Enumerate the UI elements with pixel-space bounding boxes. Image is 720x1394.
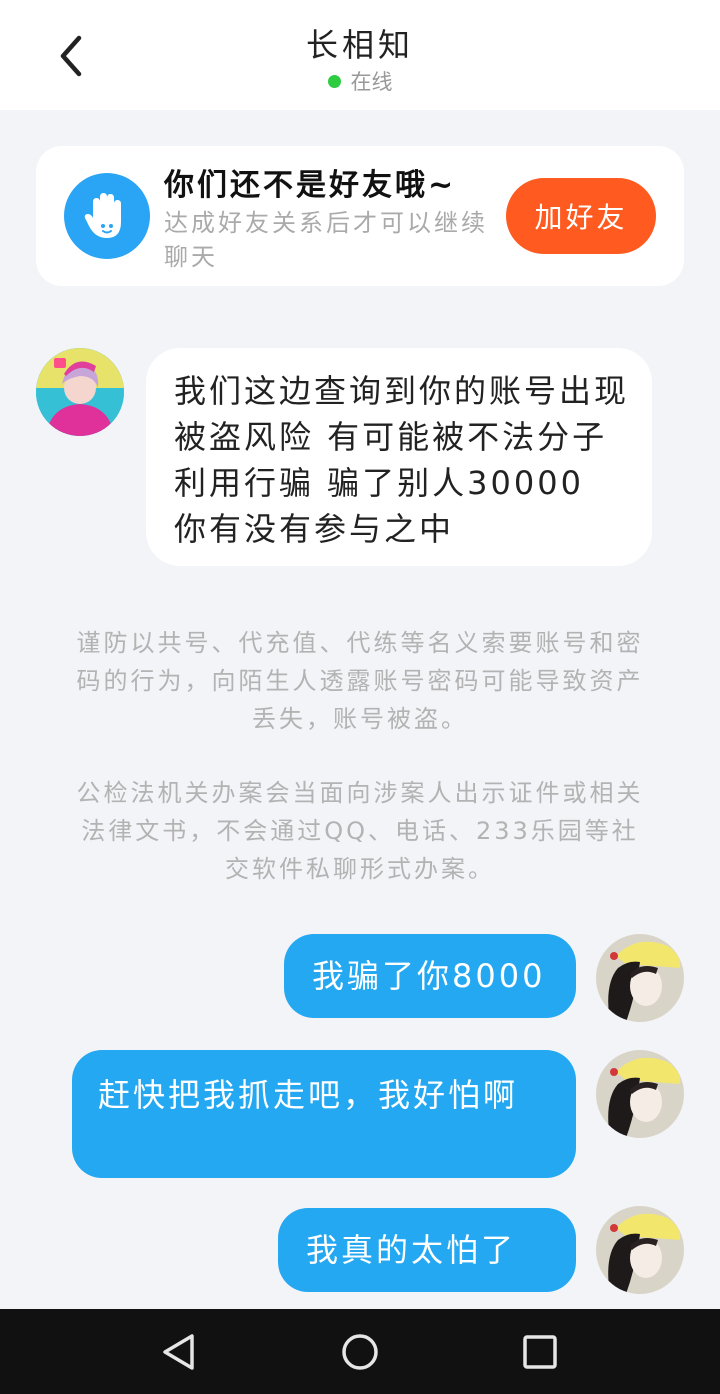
contact-avatar[interactable] (36, 348, 124, 436)
system-nav-bar (0, 1309, 720, 1394)
online-status: 在线 (0, 66, 720, 96)
status-label: 在线 (350, 70, 393, 94)
law-notice: 公检法机关办案会当面向涉案人出示证件或相关法律文书，不会通过QQ、电话、233乐… (76, 779, 644, 883)
message-bubble-outgoing[interactable]: 我骗了你8000 (284, 934, 576, 1018)
message-bubble-outgoing[interactable]: 我真的太怕了 (278, 1208, 576, 1292)
add-friend-button[interactable]: 加好友 (506, 178, 656, 254)
security-notice: 谨防以共号、代充值、代练等名义索要账号和密码的行为，向陌生人透露账号密码可能导致… (76, 629, 644, 733)
message-text: 我真的太怕了 (306, 1231, 517, 1269)
message-bubble-incoming[interactable]: 我们这边查询到你的账号出现被盗风险 有可能被不法分子利用行骗 骗了别人30000… (146, 348, 652, 566)
hand-icon (64, 173, 150, 259)
user-avatar[interactable] (596, 1050, 684, 1138)
card-description: 达成好友关系后才可以继续聊天 (164, 209, 488, 271)
online-dot-icon (327, 74, 341, 88)
message-text: 赶快把我抓走吧，我好怕啊 (98, 1076, 519, 1114)
card-title: 你们还不是好友哦~ (164, 168, 457, 203)
message-text: 我骗了你8000 (312, 957, 546, 995)
triangle-back-icon[interactable] (158, 1331, 200, 1373)
square-recent-icon[interactable] (519, 1331, 561, 1373)
user-avatar[interactable] (596, 934, 684, 1022)
friend-request-card: 你们还不是好友哦~ 达成好友关系后才可以继续聊天 加好友 (36, 146, 684, 286)
circle-home-icon[interactable] (339, 1331, 381, 1373)
message-bubble-outgoing[interactable]: 赶快把我抓走吧，我好怕啊 (72, 1050, 576, 1178)
user-avatar[interactable] (596, 1206, 684, 1294)
message-text: 我们这边查询到你的账号出现被盗风险 有可能被不法分子利用行骗 骗了别人30000… (174, 372, 630, 548)
chat-header: 长相知 在线 (0, 0, 720, 110)
chat-title: 长相知 (305, 26, 414, 64)
